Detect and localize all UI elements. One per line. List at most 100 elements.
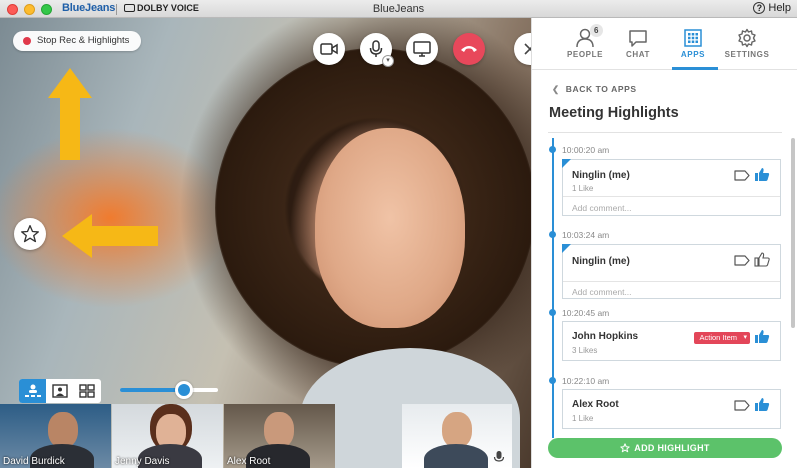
thumbs-up-icon[interactable]	[754, 167, 770, 182]
screen-share-button[interactable]	[406, 33, 438, 65]
help-menu[interactable]: ? Help	[753, 2, 791, 14]
window-close-button[interactable]	[7, 4, 18, 15]
people-strip-icon	[24, 384, 41, 397]
participant-strip: David Burdick Jenny Davis Alex Root	[0, 404, 531, 468]
dolby-voice-logo: DOLBY VOICE	[124, 3, 199, 13]
timeline-dot	[549, 146, 556, 153]
gear-icon	[738, 28, 756, 48]
layout-gallery-button[interactable]	[74, 379, 101, 403]
timeline-dot	[549, 377, 556, 384]
action-item-label: Action Item	[699, 333, 737, 342]
video-person-face	[315, 128, 465, 328]
highlight-time: 10:03:24 am	[562, 230, 610, 240]
tab-label: APPS	[680, 50, 706, 59]
action-item-tag[interactable]: Action Item ▾	[694, 332, 750, 344]
close-icon	[524, 43, 531, 55]
chat-icon	[629, 30, 647, 47]
star-icon	[620, 443, 630, 453]
camera-icon	[320, 43, 338, 55]
highlight-time: 10:20:45 am	[562, 308, 610, 318]
window-title: BlueJeans	[372, 3, 425, 15]
microphone-button[interactable]: ▾	[360, 33, 394, 67]
window-zoom-button[interactable]	[41, 4, 52, 15]
thumbs-up-icon[interactable]	[754, 252, 770, 267]
arrow-left-annotation	[62, 214, 158, 258]
tag-icon[interactable]	[734, 255, 750, 266]
self-view-thumbnail[interactable]	[402, 404, 512, 468]
help-icon: ?	[753, 2, 766, 14]
side-panel: 6 PEOPLE CHAT APPS SETTINGS ❮ BACK TO APP…	[531, 18, 797, 468]
card-divider	[563, 281, 780, 282]
title-bar: BlueJeans DOLBY VOICE BlueJeans ? Help	[0, 0, 797, 18]
star-icon	[21, 225, 39, 243]
add-highlight-button[interactable]: ADD HIGHLIGHT	[548, 438, 782, 458]
active-tab-indicator	[672, 67, 718, 70]
help-label: Help	[768, 2, 791, 14]
microphone-icon	[369, 40, 383, 57]
highlight-author: Alex Root	[572, 399, 619, 410]
hangup-icon	[461, 46, 477, 52]
scrollbar[interactable]	[791, 138, 795, 328]
highlight-card[interactable]: John Hopkins 3 Likes Action Item ▾	[562, 321, 781, 361]
tab-settings[interactable]: SETTINGS	[716, 26, 778, 59]
close-panel-button[interactable]	[514, 33, 531, 65]
stop-rec-highlights-button[interactable]: Stop Rec & Highlights	[13, 31, 142, 51]
participant-head	[264, 412, 294, 448]
participant-thumbnail[interactable]: David Burdick	[0, 404, 111, 468]
self-head	[442, 412, 472, 448]
highlight-card[interactable]: Ninglin (me) Add comment...	[562, 244, 781, 299]
chevron-left-icon: ❮	[552, 84, 560, 94]
chevron-down-icon[interactable]: ▾	[382, 55, 394, 67]
layout-people-strip-button[interactable]	[19, 379, 47, 403]
highlight-card[interactable]: Ninglin (me) 1 Like Add comment...	[562, 159, 781, 216]
highlight-likes: 1 Like	[572, 184, 594, 193]
participant-name: Alex Root	[227, 456, 271, 467]
screen-share-icon	[413, 41, 431, 57]
tag-icon[interactable]	[734, 400, 750, 411]
add-highlight-label: ADD HIGHLIGHT	[634, 443, 710, 453]
card-divider	[563, 196, 780, 197]
title-divider	[548, 132, 782, 133]
arrow-up-annotation	[48, 68, 92, 160]
hangup-button[interactable]	[453, 33, 485, 65]
panel-tabs: 6 PEOPLE CHAT APPS SETTINGS	[532, 18, 797, 70]
highlight-likes: 1 Like	[572, 414, 594, 423]
card-corner-marker	[562, 244, 571, 253]
tab-label: CHAT	[625, 50, 651, 59]
back-to-apps-link[interactable]: ❮ BACK TO APPS	[552, 84, 637, 95]
slider-knob[interactable]	[175, 381, 193, 399]
main-video: Stop Rec & Highlights ▾ David Burdick Je…	[0, 18, 531, 468]
camera-button[interactable]	[313, 33, 345, 65]
tab-chat[interactable]: CHAT	[607, 26, 669, 59]
chevron-down-icon: ▾	[743, 334, 747, 341]
record-icon	[23, 37, 31, 45]
participant-name: David Burdick	[3, 456, 65, 467]
thumbs-up-icon[interactable]	[754, 329, 770, 344]
self-body	[424, 444, 488, 468]
highlight-author: John Hopkins	[572, 331, 639, 342]
layout-speaker-button[interactable]	[46, 379, 73, 403]
tab-label: PEOPLE	[566, 50, 604, 59]
window-minimize-button[interactable]	[24, 4, 35, 15]
participant-thumbnail[interactable]: Alex Root	[224, 404, 335, 468]
highlight-author: Ninglin (me)	[572, 170, 630, 181]
brand-divider	[116, 4, 117, 15]
gallery-view-icon	[79, 384, 96, 398]
add-comment-input[interactable]: Add comment...	[572, 287, 632, 297]
people-count-badge: 6	[590, 24, 603, 37]
tab-apps[interactable]: APPS	[662, 26, 724, 59]
participant-head	[48, 412, 78, 448]
card-corner-marker	[562, 159, 571, 168]
participant-name: Jenny Davis	[115, 456, 170, 467]
highlight-likes: 3 Likes	[572, 346, 598, 355]
layout-toggle	[19, 379, 101, 403]
tag-icon[interactable]	[734, 170, 750, 181]
thumbs-up-icon[interactable]	[754, 397, 770, 412]
highlight-card[interactable]: Alex Root 1 Like	[562, 389, 781, 429]
dolby-label: DOLBY VOICE	[137, 3, 199, 13]
add-comment-input[interactable]: Add comment...	[572, 203, 632, 213]
highlight-star-button[interactable]	[14, 218, 46, 250]
timeline-slider[interactable]	[120, 381, 218, 399]
participant-thumbnail[interactable]: Jenny Davis	[112, 404, 223, 468]
timeline-dot	[549, 309, 556, 316]
